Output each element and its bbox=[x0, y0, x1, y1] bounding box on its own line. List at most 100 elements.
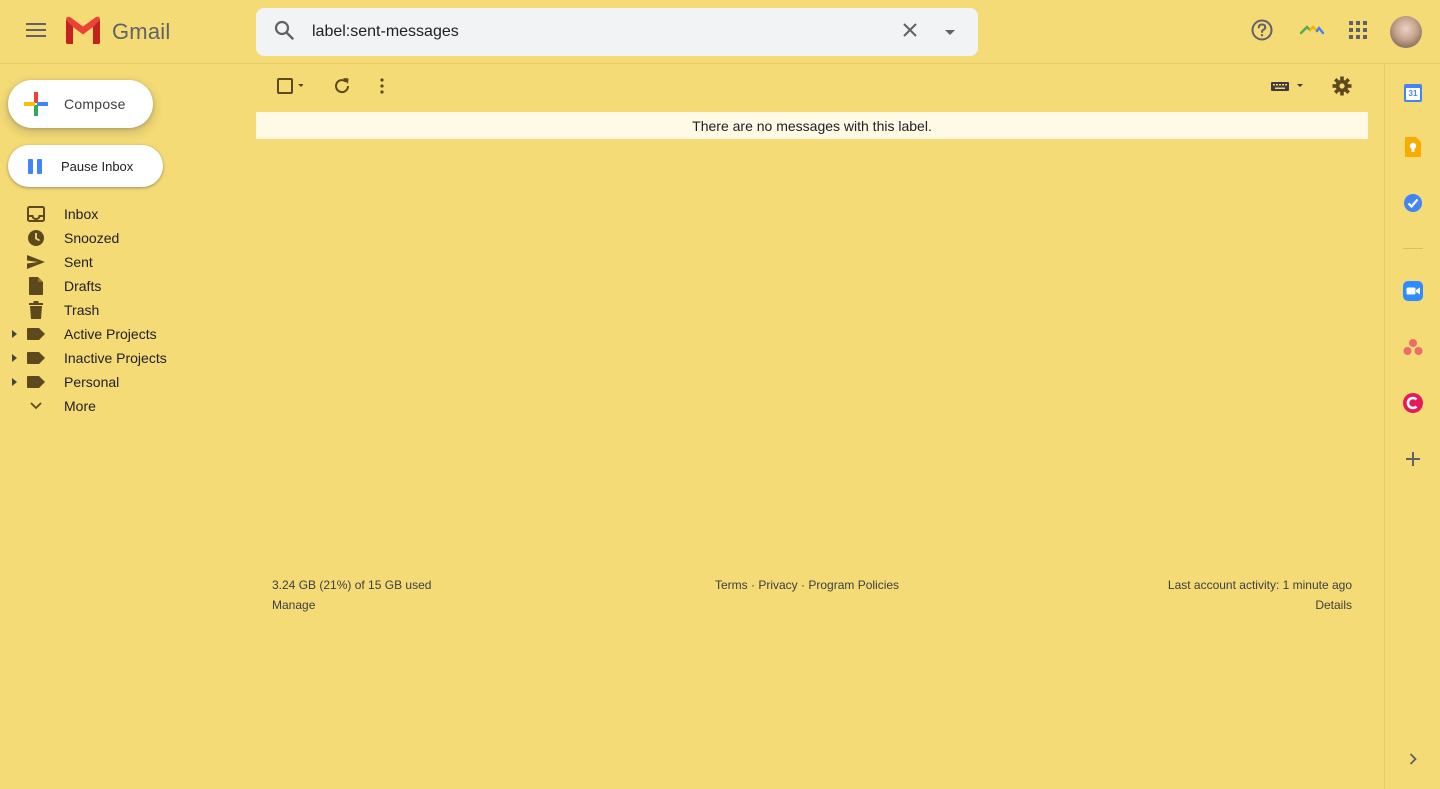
clockwise-addon-button[interactable] bbox=[1398, 390, 1428, 420]
empty-message-text: There are no messages with this label. bbox=[692, 117, 932, 134]
gmail-wordmark: Gmail bbox=[112, 19, 171, 44]
sidebar-item-label: Inactive Projects bbox=[64, 350, 167, 366]
keep-bulb-icon bbox=[1405, 136, 1421, 162]
search-icon bbox=[274, 20, 294, 45]
clockwise-icon bbox=[1403, 392, 1423, 418]
rainbow-extension-icon bbox=[1299, 23, 1325, 42]
activity-details-link[interactable]: Details bbox=[1168, 596, 1352, 616]
pause-icon bbox=[28, 158, 42, 174]
draft-icon bbox=[26, 277, 46, 295]
pause-inbox-label: Pause Inbox bbox=[61, 158, 134, 174]
search-bar bbox=[256, 8, 978, 56]
chevron-right-icon bbox=[1409, 752, 1417, 770]
tasks-check-icon bbox=[1403, 193, 1423, 218]
chevron-down-icon bbox=[26, 397, 46, 415]
compose-label: Compose bbox=[64, 96, 126, 112]
side-panel: 31 bbox=[1384, 64, 1440, 789]
pause-inbox-button[interactable]: Pause Inbox bbox=[8, 145, 163, 187]
inbox-icon bbox=[26, 205, 46, 223]
sidebar-item-label: Active Projects bbox=[64, 326, 157, 342]
get-addons-button[interactable] bbox=[1398, 446, 1428, 476]
expand-caret-icon[interactable] bbox=[12, 330, 17, 338]
refresh-icon bbox=[333, 77, 351, 100]
trash-icon bbox=[26, 301, 46, 319]
sidebar-item-personal[interactable]: Personal bbox=[0, 370, 240, 394]
expand-caret-icon[interactable] bbox=[12, 354, 17, 362]
gmail-logo[interactable]: Gmail bbox=[64, 14, 170, 50]
checkbox-icon bbox=[277, 77, 304, 99]
hamburger-menu-icon bbox=[26, 22, 46, 42]
calendar-icon: 31 bbox=[1404, 84, 1422, 102]
account-activity: Last account activity: 1 minute ago Deta… bbox=[1168, 576, 1352, 616]
input-tools-button[interactable] bbox=[1268, 70, 1308, 106]
calendar-day-text: 31 bbox=[1408, 89, 1418, 98]
plus-icon bbox=[22, 90, 50, 118]
clear-search-button[interactable] bbox=[896, 18, 924, 46]
sidebar-item-label: Sent bbox=[64, 254, 93, 270]
keyboard-icon bbox=[1271, 79, 1305, 97]
footer-separator: · bbox=[797, 578, 809, 592]
tasks-addon-button[interactable] bbox=[1398, 190, 1428, 220]
sidebar-item-trash[interactable]: Trash bbox=[0, 298, 240, 322]
footer-separator: · bbox=[747, 578, 759, 592]
sidebar-item-inactive-projects[interactable]: Inactive Projects bbox=[0, 346, 240, 370]
toggle-side-panel-button[interactable] bbox=[1398, 746, 1428, 776]
calendar-addon-button[interactable]: 31 bbox=[1398, 78, 1428, 108]
gear-icon bbox=[1332, 76, 1352, 101]
plus-icon bbox=[1406, 451, 1420, 471]
top-header: Gmail bbox=[0, 0, 1440, 64]
search-options-button[interactable] bbox=[936, 18, 964, 46]
message-toolbar bbox=[256, 70, 1384, 106]
clock-icon bbox=[26, 229, 46, 247]
help-icon bbox=[1251, 19, 1273, 46]
sidebar-item-label: Inbox bbox=[64, 206, 99, 222]
settings-button[interactable] bbox=[1324, 70, 1360, 106]
sidebar-item-more[interactable]: More bbox=[0, 394, 240, 418]
storage-info: 3.24 GB (21%) of 15 GB used Manage bbox=[272, 576, 431, 616]
search-input[interactable] bbox=[312, 8, 872, 56]
gmail-envelope-icon bbox=[64, 15, 102, 50]
asana-addon-button[interactable] bbox=[1398, 334, 1428, 364]
terms-link[interactable]: Terms bbox=[715, 578, 748, 592]
caret-down-icon bbox=[945, 23, 955, 41]
zoom-addon-button[interactable] bbox=[1398, 278, 1428, 308]
sidebar-nav: Inbox Snoozed Sent Drafts Trash Active P… bbox=[0, 202, 240, 418]
more-actions-button[interactable] bbox=[370, 70, 394, 106]
sidebar-item-snoozed[interactable]: Snoozed bbox=[0, 226, 240, 250]
compose-button[interactable]: Compose bbox=[8, 80, 153, 128]
extension-button[interactable] bbox=[1292, 12, 1332, 52]
search-button[interactable] bbox=[270, 18, 298, 46]
manage-storage-link[interactable]: Manage bbox=[272, 596, 431, 616]
side-panel-divider bbox=[1403, 248, 1423, 249]
program-policies-link[interactable]: Program Policies bbox=[808, 578, 899, 592]
sidebar-item-label: Personal bbox=[64, 374, 120, 390]
google-apps-button[interactable] bbox=[1338, 12, 1378, 52]
account-avatar[interactable] bbox=[1390, 16, 1422, 48]
label-icon bbox=[26, 373, 46, 391]
support-button[interactable] bbox=[1242, 12, 1282, 52]
sidebar-item-label: More bbox=[64, 398, 96, 414]
more-vert-icon bbox=[380, 77, 384, 99]
storage-usage-text: 3.24 GB (21%) of 15 GB used bbox=[272, 578, 432, 592]
expand-caret-icon[interactable] bbox=[12, 378, 17, 386]
apps-grid-icon bbox=[1349, 20, 1367, 44]
label-icon bbox=[26, 349, 46, 367]
send-icon bbox=[26, 253, 46, 271]
keep-addon-button[interactable] bbox=[1398, 134, 1428, 164]
footer-links: Terms · Privacy · Program Policies bbox=[715, 576, 899, 594]
empty-label-notice: There are no messages with this label. bbox=[256, 112, 1368, 139]
asana-dots-icon bbox=[1403, 338, 1423, 361]
sidebar-item-label: Drafts bbox=[64, 278, 102, 294]
refresh-button[interactable] bbox=[326, 70, 358, 106]
sidebar-item-active-projects[interactable]: Active Projects bbox=[0, 322, 240, 346]
label-icon bbox=[26, 325, 46, 343]
select-all-checkbox[interactable] bbox=[270, 70, 310, 106]
main-menu-button[interactable] bbox=[16, 12, 56, 52]
sidebar-item-sent[interactable]: Sent bbox=[0, 250, 240, 274]
sidebar-item-drafts[interactable]: Drafts bbox=[0, 274, 240, 298]
sidebar-item-inbox[interactable]: Inbox bbox=[0, 202, 240, 226]
sidebar-item-label: Trash bbox=[64, 302, 100, 318]
last-activity-text: Last account activity: 1 minute ago bbox=[1167, 578, 1352, 592]
close-icon bbox=[902, 22, 918, 43]
privacy-link[interactable]: Privacy bbox=[758, 578, 797, 592]
